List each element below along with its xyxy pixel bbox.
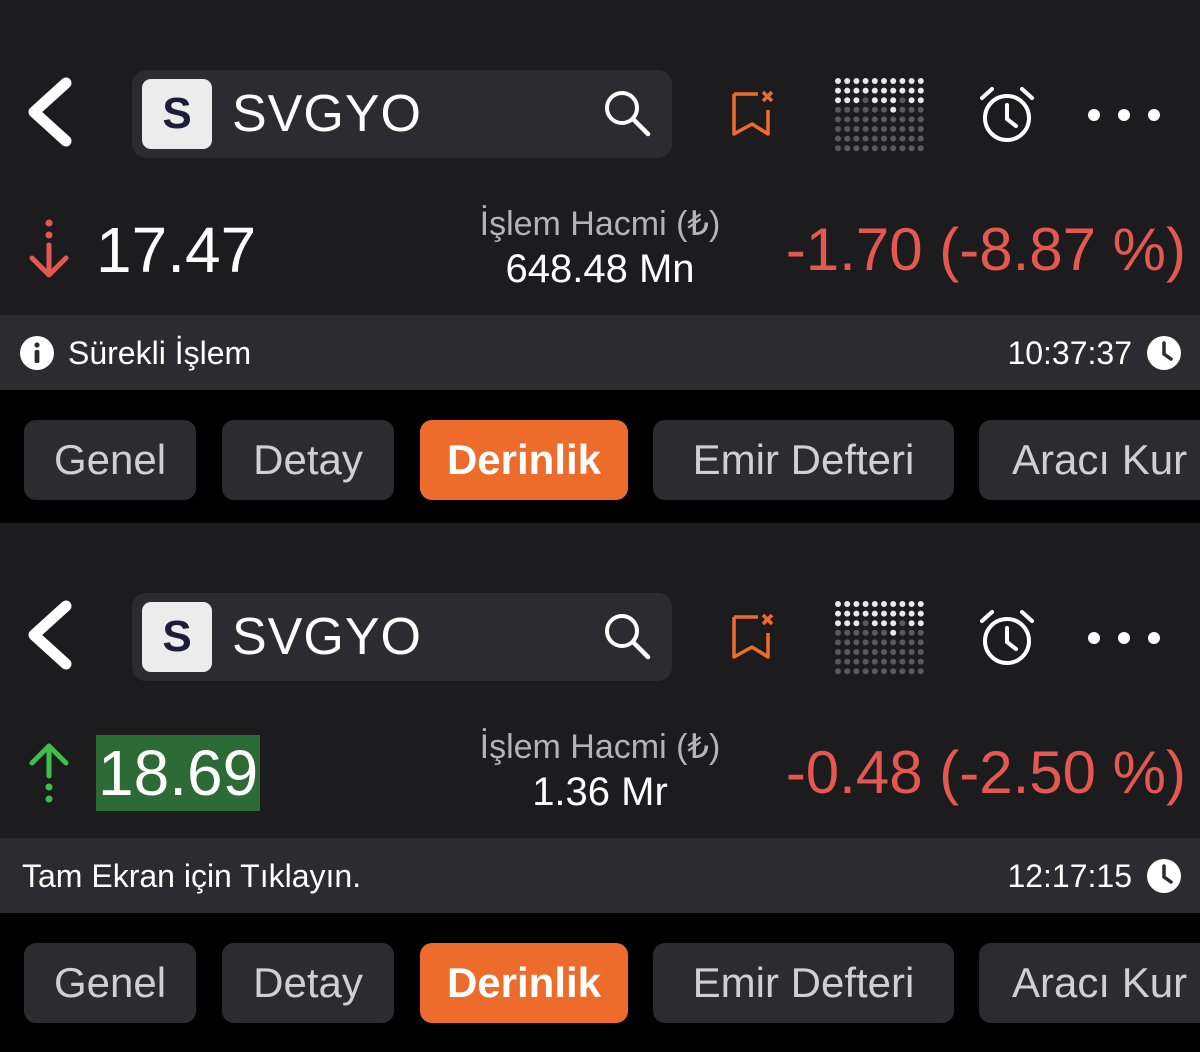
remove-bookmark-icon[interactable]	[728, 611, 778, 663]
last-update-time: 12:17:15	[1007, 858, 1132, 894]
symbol-name: SVGYO	[232, 608, 422, 666]
symbol-logo-badge: S	[142, 79, 212, 149]
last-update-time: 10:37:37	[1007, 335, 1132, 371]
header: S SVGYO 17.47 İşlem Hacmi (₺) 648.48 Mn …	[0, 0, 1200, 315]
price-change: -1.70 (-8.87 %)	[785, 216, 1186, 283]
symbol-name: SVGYO	[232, 85, 422, 143]
volume-label: İşlem Hacmi (₺)	[479, 205, 721, 243]
tab-bar: Genel Detay Derinlik Emir Defteri Aracı …	[0, 420, 1200, 500]
clock-icon	[1147, 336, 1181, 370]
depth-grid-icon[interactable]	[833, 599, 925, 677]
symbol-search-box[interactable]: S SVGYO	[132, 593, 672, 681]
tab-derinlik[interactable]: Derinlik	[420, 943, 628, 1023]
volume-value: 648.48 Mn	[505, 247, 695, 291]
tab-araci-kurum[interactable]: Aracı Kur	[979, 943, 1200, 1023]
volume-label: İşlem Hacmi (₺)	[479, 728, 721, 766]
back-chevron-icon[interactable]	[22, 75, 82, 150]
tab-derinlik[interactable]: Derinlik	[420, 420, 628, 500]
more-options-icon[interactable]	[1085, 626, 1163, 650]
search-icon[interactable]	[600, 609, 656, 665]
tab-emir-defteri[interactable]: Emir Defteri	[653, 943, 954, 1023]
up-arrow-icon	[29, 743, 69, 803]
symbol-logo-badge: S	[142, 602, 212, 672]
clock-icon	[1147, 859, 1181, 893]
stock-panel-2: S SVGYO 18.69 İşlem Hacmi (₺) 1.36 Mr -0…	[0, 523, 1200, 1052]
remove-bookmark-icon[interactable]	[728, 88, 778, 140]
price-change: -0.48 (-2.50 %)	[785, 739, 1186, 806]
tab-araci-kurum[interactable]: Aracı Kur	[979, 420, 1200, 500]
fullscreen-hint: Tam Ekran için Tıklayın.	[22, 858, 362, 894]
alarm-clock-icon[interactable]	[976, 607, 1038, 669]
alarm-clock-icon[interactable]	[976, 84, 1038, 146]
tab-genel[interactable]: Genel	[24, 420, 196, 500]
search-icon[interactable]	[600, 86, 656, 142]
back-chevron-icon[interactable]	[22, 598, 82, 673]
session-status: Sürekli İşlem	[68, 335, 252, 371]
down-arrow-icon	[29, 219, 69, 278]
tab-bar: Genel Detay Derinlik Emir Defteri Aracı …	[0, 943, 1200, 1023]
tab-detay[interactable]: Detay	[222, 943, 394, 1023]
last-price: 17.47	[96, 214, 257, 286]
header: S SVGYO 18.69 İşlem Hacmi (₺) 1.36 Mr -0…	[0, 523, 1200, 838]
more-options-icon[interactable]	[1085, 103, 1163, 127]
fullscreen-hint-bar[interactable]: Tam Ekran için Tıklayın. 12:17:15	[0, 838, 1200, 913]
symbol-search-box[interactable]: S SVGYO	[132, 70, 672, 158]
last-price: 18.69	[96, 735, 261, 811]
tab-genel[interactable]: Genel	[24, 943, 196, 1023]
tab-detay[interactable]: Detay	[222, 420, 394, 500]
volume-value: 1.36 Mr	[532, 770, 668, 814]
session-status-bar[interactable]: Sürekli İşlem 10:37:37	[0, 315, 1200, 390]
stock-panel-1: S SVGYO 17.47 İşlem Hacmi (₺) 648.48 Mn …	[0, 0, 1200, 532]
depth-grid-icon[interactable]	[833, 76, 925, 154]
info-icon	[20, 336, 54, 370]
tab-emir-defteri[interactable]: Emir Defteri	[653, 420, 954, 500]
